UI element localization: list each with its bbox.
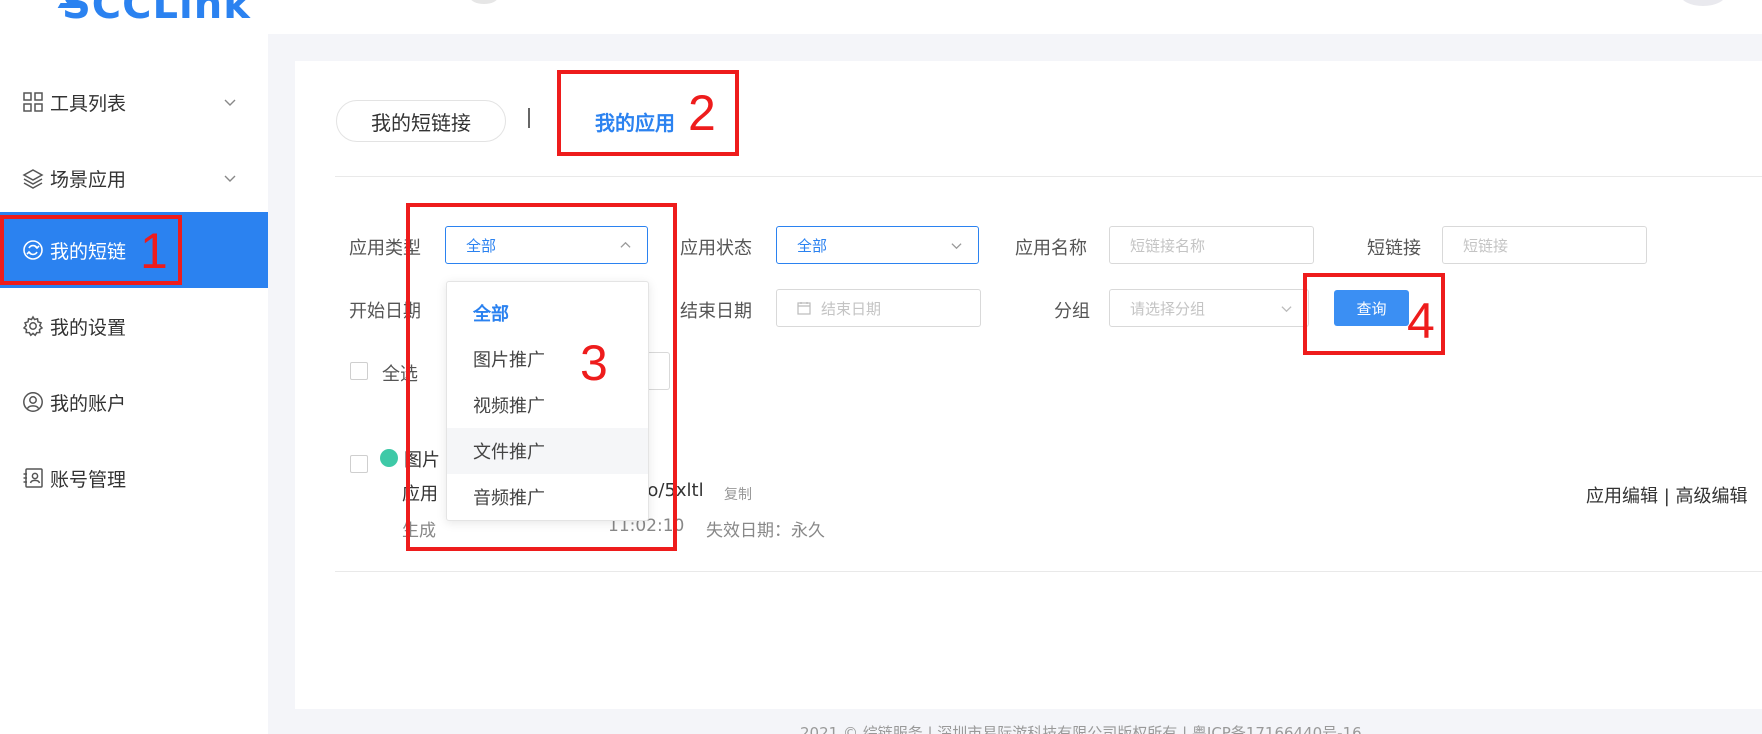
sidebar-item-tools[interactable]: 工具列表 — [0, 64, 268, 140]
annotation-number-3: 3 — [580, 335, 608, 391]
row-actions[interactable]: 应用编辑 | 高级编辑 — [1586, 482, 1748, 508]
chevron-down-icon — [951, 243, 962, 250]
chevron-down-icon — [224, 175, 236, 182]
app-name-input[interactable]: 短链接名称 — [1109, 226, 1314, 264]
gear-icon — [22, 315, 44, 337]
short-link-input[interactable]: 短链接 — [1442, 226, 1647, 264]
sidebar-item-account-management[interactable]: 账号管理 — [0, 440, 268, 516]
group-label: 分组 — [1054, 301, 1090, 322]
divider — [335, 571, 1762, 572]
annotation-number-1: 1 — [140, 223, 168, 279]
divider — [335, 176, 1762, 177]
avatar[interactable] — [1680, 0, 1726, 6]
app-name-placeholder: 短链接名称 — [1130, 236, 1206, 255]
chevron-down-icon — [224, 99, 236, 106]
group-placeholder: 请选择分组 — [1130, 299, 1206, 318]
chevron-down-icon — [1281, 306, 1292, 313]
sidebar-item-account[interactable]: 我的账户 — [0, 364, 268, 440]
top-indicator-icon — [470, 0, 498, 4]
image-type-icon — [380, 449, 398, 467]
sidebar-item-label: 我的设置 — [50, 316, 127, 339]
logo[interactable]: SCCLink — [62, 0, 251, 28]
calendar-icon — [797, 302, 811, 315]
sidebar-item-label: 我的账户 — [50, 392, 127, 415]
user-circle-icon — [23, 392, 43, 412]
tab-divider — [528, 108, 530, 128]
id-card-icon — [23, 468, 43, 488]
app-status-select[interactable]: 全部 — [776, 226, 979, 264]
row-expire-date: 失效日期：永久 — [706, 521, 825, 541]
sidebar-item-scenarios[interactable]: 场景应用 — [0, 140, 268, 216]
annotation-number-2: 2 — [688, 85, 716, 141]
sidebar-item-label: 场景应用 — [50, 168, 127, 191]
annotation-number-4: 4 — [1407, 293, 1435, 349]
end-date-label: 结束日期 — [680, 301, 752, 322]
app-status-label: 应用状态 — [680, 238, 752, 259]
footer: 2021 © 综链服务 | 深圳市易际游科技有限公司版权所有 | 粤ICP备17… — [800, 724, 1362, 734]
select-all-checkbox[interactable] — [350, 362, 368, 380]
sidebar-item-label: 工具列表 — [50, 92, 127, 115]
top-bar: SCCLink — [0, 0, 1762, 34]
annotation-box-3 — [406, 203, 677, 551]
end-date-placeholder: 结束日期 — [821, 299, 882, 318]
end-date-picker[interactable]: 结束日期 — [776, 289, 981, 327]
app-name-label: 应用名称 — [1015, 238, 1087, 259]
group-select[interactable]: 请选择分组 — [1109, 289, 1309, 327]
tab-my-shortlinks[interactable]: 我的短链接 — [336, 100, 506, 142]
sidebar: 工具列表 场景应用 我的短链 我的设置 我的账户 账号管理 — [0, 34, 268, 734]
short-link-label: 短链接 — [1367, 238, 1421, 259]
grid-icon — [23, 92, 43, 112]
layers-icon — [22, 169, 44, 189]
copy-link-button[interactable]: 复制 — [724, 484, 752, 504]
sidebar-item-settings[interactable]: 我的设置 — [0, 288, 268, 364]
row-checkbox[interactable] — [350, 455, 368, 473]
app-status-value: 全部 — [797, 236, 828, 255]
sidebar-item-label: 账号管理 — [50, 468, 127, 491]
short-link-placeholder: 短链接 — [1463, 236, 1509, 255]
